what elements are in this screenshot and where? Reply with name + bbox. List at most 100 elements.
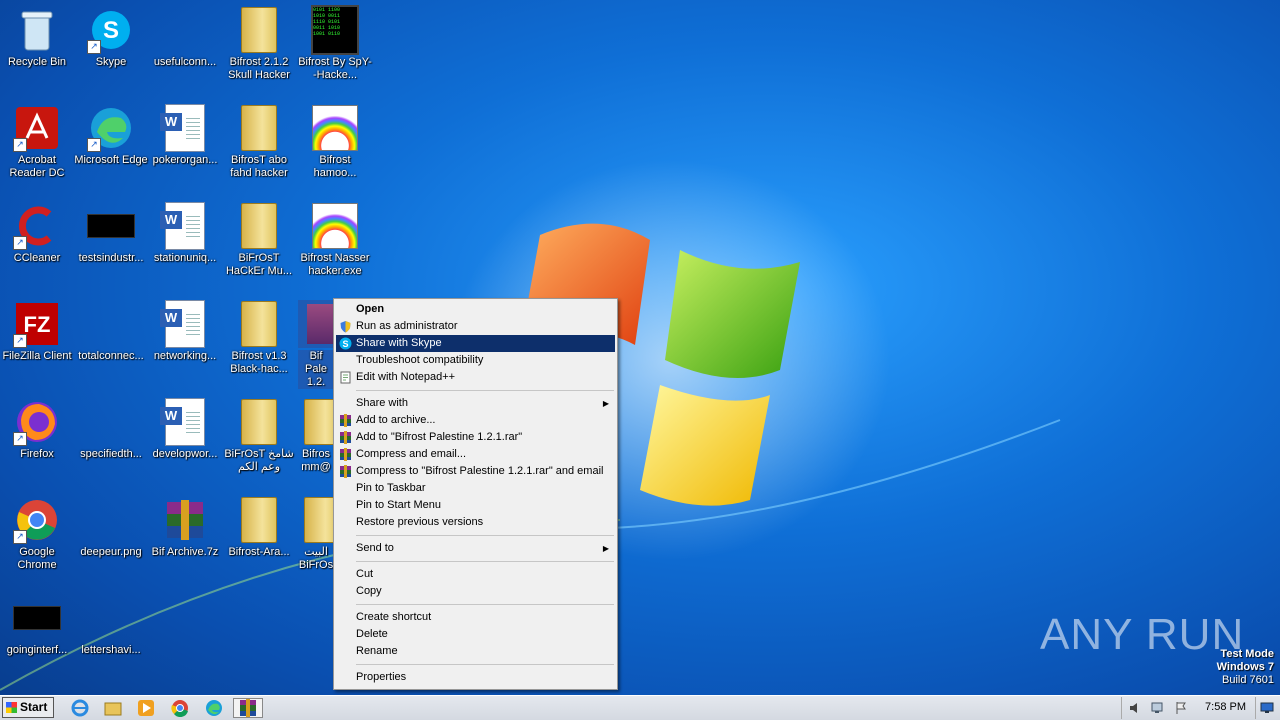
- menu-item-run-as-admin[interactable]: Run as administrator: [336, 318, 615, 335]
- start-button[interactable]: Start: [2, 697, 54, 718]
- show-desktop-button[interactable]: [1255, 697, 1278, 719]
- menu-item-pin-taskbar[interactable]: Pin to Taskbar: [336, 480, 615, 497]
- icon-label: Google Chrome: [17, 546, 57, 571]
- menu-item-label: Share with: [356, 397, 408, 409]
- winrar-icon: [340, 414, 351, 427]
- desktop-icon-stationuniq[interactable]: stationuniq...: [148, 202, 222, 265]
- desktop-icon-deepeur[interactable]: deepeur.png: [74, 496, 148, 559]
- speaker-icon[interactable]: [1128, 701, 1142, 715]
- desktop-icon-bif-archive[interactable]: Bif Archive.7z: [148, 496, 222, 559]
- menu-item-label: Cut: [356, 568, 374, 580]
- menu-item-send-to[interactable]: Send to ▶: [336, 540, 615, 557]
- image-thumbnail-icon: [87, 202, 135, 250]
- winrar-icon: [240, 699, 256, 717]
- folder-icon: [235, 496, 283, 544]
- taskbar-chrome[interactable]: [168, 698, 192, 718]
- desktop-icon-lettershavi[interactable]: lettershavi...: [74, 594, 148, 657]
- desktop-icon-bifrost-abo-fahd[interactable]: BifrosT abo fahd hacker: [222, 104, 296, 180]
- desktop-icon-filezilla[interactable]: FZ ↗ FileZilla Client: [0, 300, 74, 363]
- folder-icon: [235, 398, 283, 446]
- icon-label: Bifrost v1.3 Black-hac...: [230, 350, 288, 375]
- desktop-icon-chrome[interactable]: ↗ Google Chrome: [0, 496, 74, 572]
- icon-label: FileZilla Client: [2, 350, 72, 362]
- menu-item-share-with[interactable]: Share with ▶: [336, 395, 615, 412]
- desktop-icon-specifiedth[interactable]: specifiedth...: [74, 398, 148, 461]
- desktop-icon-bifrost-skull[interactable]: Bifrost 2.1.2 Skull Hacker: [222, 6, 296, 82]
- desktop-icon-testsindustr[interactable]: testsindustr...: [74, 202, 148, 265]
- test-mode-line: Build 7601: [1222, 674, 1274, 686]
- word-document-icon: [160, 300, 209, 348]
- desktop-icon-bifrost-palestine[interactable]: Bif Pale 1.2.: [298, 300, 334, 389]
- menu-item-edit-notepadpp[interactable]: Edit with Notepad++: [336, 369, 615, 386]
- menu-item-add-to-archive[interactable]: Add to archive...: [336, 412, 615, 429]
- winrar-icon: [340, 465, 351, 478]
- taskbar-clock[interactable]: 7:58 PM: [1205, 701, 1246, 713]
- menu-separator: [356, 561, 614, 562]
- desktop-icon-acrobat[interactable]: ↗ Acrobat Reader DC: [0, 104, 74, 180]
- shortcut-arrow-icon: ↗: [13, 236, 27, 250]
- menu-item-label: Restore previous versions: [356, 516, 484, 528]
- desktop-icon-bifrost-nasser[interactable]: Bifrost Nasser hacker.exe: [298, 202, 372, 278]
- taskbar-winrar[interactable]: [233, 698, 263, 718]
- desktop-icon-bifrost-ara[interactable]: Bifrost-Ara...: [222, 496, 296, 559]
- menu-item-copy[interactable]: Copy: [336, 583, 615, 600]
- shortcut-arrow-icon: ↗: [13, 530, 27, 544]
- taskbar-edge[interactable]: [202, 698, 226, 718]
- taskbar-ie[interactable]: [68, 698, 92, 718]
- desktop-icon-edge[interactable]: ↗ Microsoft Edge: [74, 104, 148, 167]
- context-menu: Open Run as administrator S Share with S…: [333, 298, 618, 690]
- menu-item-label: Open: [356, 303, 385, 315]
- desktop-icon-bifrost-spy[interactable]: 0101 1100 1010 0011 1110 0101 0011 1010 1001…: [298, 5, 372, 82]
- image-file-icon: [87, 496, 135, 544]
- shield-icon: [340, 321, 351, 333]
- icon-label: البيت BiFrOs: [298, 546, 334, 571]
- desktop-icon-bifrost-arabic[interactable]: BiFrOsT شامخ وعم الكم: [222, 398, 296, 474]
- icon-label: Firefox: [20, 448, 54, 460]
- desktop-icon-networking[interactable]: networking...: [148, 300, 222, 363]
- test-mode-notice: Test Mode Windows 7 Build 7601: [1217, 648, 1274, 687]
- taskbar-explorer[interactable]: [101, 698, 125, 718]
- desktop-icon-usefulconn[interactable]: usefulconn...: [148, 6, 222, 69]
- menu-item-compress-to-rar-email[interactable]: Compress to "Bifrost Palestine 1.2.1.rar…: [336, 463, 615, 480]
- taskbar-media-player[interactable]: [134, 698, 158, 718]
- recycle-bin-icon: [13, 6, 61, 54]
- icon-label: CCleaner: [13, 252, 61, 264]
- icon-label: Bifrost Nasser hacker.exe: [300, 252, 370, 277]
- menu-item-open[interactable]: Open: [336, 301, 615, 318]
- menu-item-cut[interactable]: Cut: [336, 566, 615, 583]
- taskbar: Start 7:58 PM: [0, 695, 1280, 720]
- menu-item-restore-previous[interactable]: Restore previous versions: [336, 514, 615, 531]
- menu-item-pin-start-menu[interactable]: Pin to Start Menu: [336, 497, 615, 514]
- flag-notification-icon[interactable]: [1174, 701, 1188, 715]
- desktop-icon-bifros-mm[interactable]: Bifros mm@: [298, 398, 334, 474]
- desktop-icon-goinginterf[interactable]: goinginterf...: [0, 594, 74, 657]
- menu-item-create-shortcut[interactable]: Create shortcut: [336, 609, 615, 626]
- desktop-icon-skype[interactable]: S ↗ Skype: [74, 6, 148, 69]
- desktop-icon-bifrost-hacker-mu[interactable]: BiFrOsT HaCkEr Mu...: [222, 202, 296, 278]
- firefox-icon: ↗: [13, 398, 61, 446]
- system-tray: 7:58 PM: [1121, 697, 1280, 719]
- desktop-icon-ccleaner[interactable]: ↗ CCleaner: [0, 202, 74, 265]
- menu-item-compress-email[interactable]: Compress and email...: [336, 446, 615, 463]
- menu-item-share-with-skype[interactable]: S Share with Skype: [336, 335, 615, 352]
- network-icon[interactable]: [1150, 701, 1164, 715]
- desktop-icon-recycle-bin[interactable]: Recycle Bin: [0, 6, 74, 69]
- word-document-icon: [160, 104, 209, 152]
- menu-item-add-to-rar[interactable]: Add to "Bifrost Palestine 1.2.1.rar": [336, 429, 615, 446]
- icon-label: testsindustr...: [78, 252, 144, 264]
- menu-item-delete[interactable]: Delete: [336, 626, 615, 643]
- desktop-icon-bifrost-v13[interactable]: Bifrost v1.3 Black-hac...: [222, 300, 296, 376]
- desktop-icon-pokerorgan[interactable]: pokerorgan...: [148, 104, 222, 167]
- edge-icon: [206, 700, 222, 716]
- desktop-icon-bifrost-hamoo[interactable]: Bifrost hamoo...: [298, 104, 372, 180]
- svg-text:S: S: [103, 17, 119, 44]
- desktop-icon-bifros-albeit[interactable]: البيت BiFrOs: [298, 496, 334, 572]
- menu-item-rename[interactable]: Rename: [336, 643, 615, 660]
- desktop-icon-developwor[interactable]: developwor...: [148, 398, 222, 461]
- monitor-icon: [1260, 702, 1274, 713]
- icon-label: Bifrost-Ara...: [228, 546, 290, 558]
- menu-item-troubleshoot[interactable]: Troubleshoot compatibility: [336, 352, 615, 369]
- desktop-icon-firefox[interactable]: ↗ Firefox: [0, 398, 74, 461]
- menu-item-properties[interactable]: Properties: [336, 669, 615, 686]
- desktop-icon-totalconnec[interactable]: totalconnec...: [74, 300, 148, 363]
